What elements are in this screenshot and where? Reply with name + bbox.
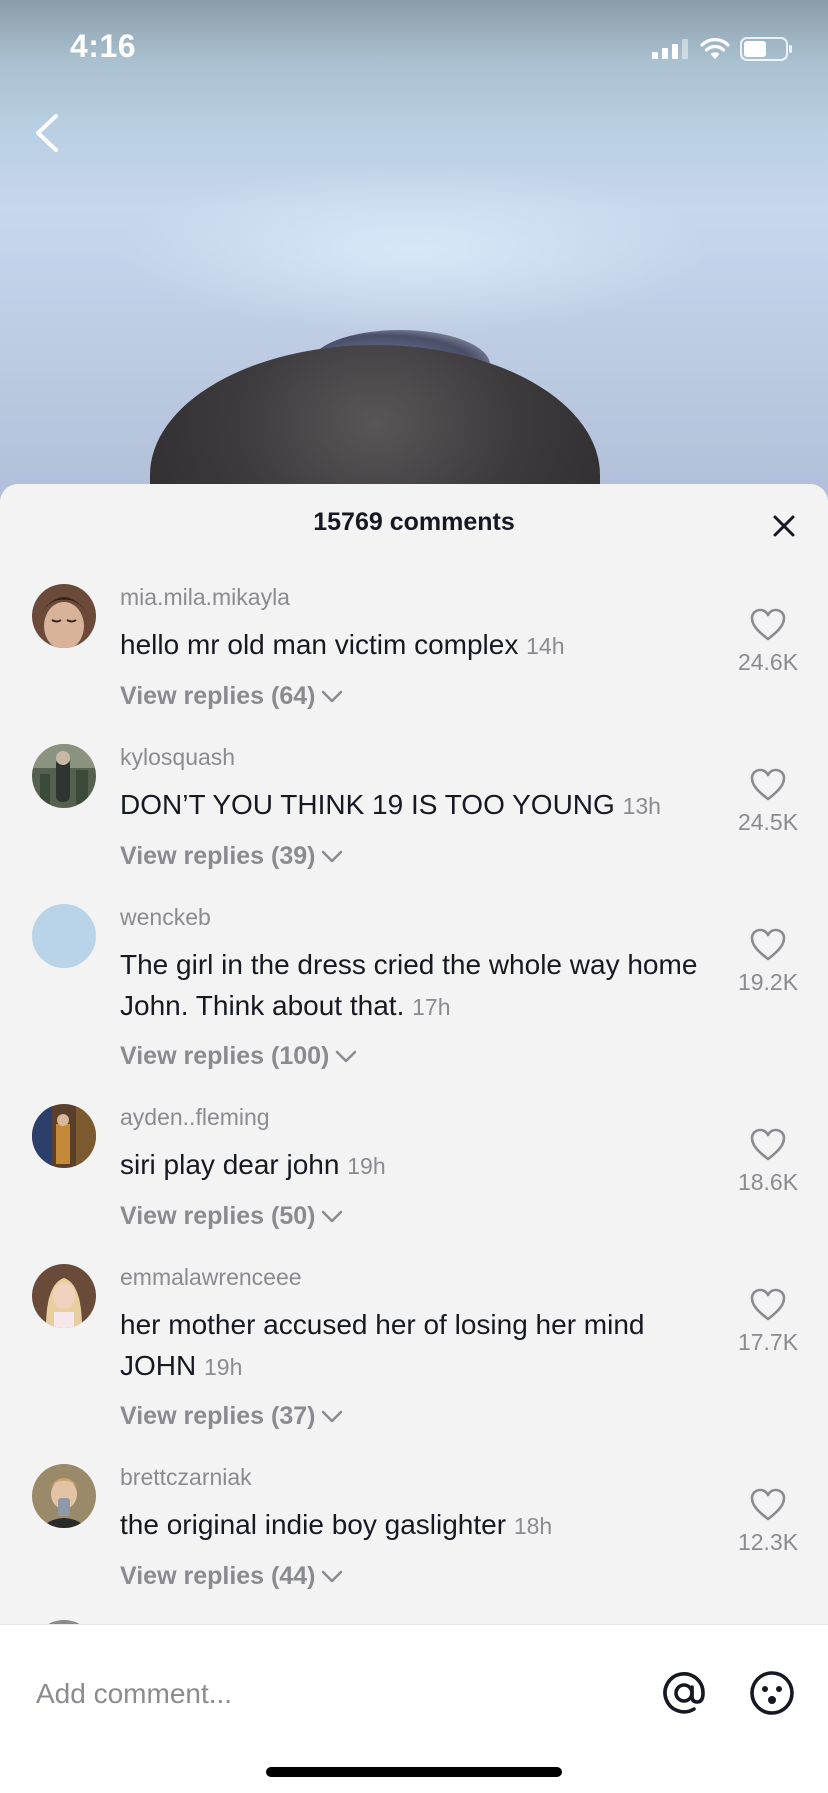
back-icon	[36, 114, 58, 152]
avatar[interactable]	[32, 1264, 96, 1328]
comment-body: The girl in the dress cried the whole wa…	[120, 944, 700, 1028]
comment-item: emmalawrenceee her mother accused her of…	[0, 1264, 828, 1454]
heart-icon	[750, 1128, 786, 1161]
comment-username[interactable]: emmalawrenceee	[120, 1264, 302, 1291]
chevron-down-icon	[322, 690, 343, 702]
avatar[interactable]	[32, 744, 96, 808]
heart-icon	[750, 768, 786, 801]
comment-body: her mother accused her of losing her min…	[120, 1304, 700, 1388]
like-count: 12.3K	[737, 1529, 799, 1555]
comment-item: ayden..fleming siri play dear john 19h V…	[0, 1104, 828, 1254]
comments-count-title: 15769 comments	[313, 508, 515, 536]
comment-text: The girl in the dress cried the whole wa…	[120, 949, 698, 1021]
view-replies-label: View replies (50)	[120, 1202, 316, 1230]
view-replies-button[interactable]: View replies (37)	[120, 1402, 343, 1431]
view-replies-label: View replies (100)	[120, 1042, 330, 1070]
close-button[interactable]	[768, 510, 800, 542]
home-indicator	[266, 1767, 562, 1777]
like-button[interactable]: 24.5K	[708, 768, 828, 836]
comment-username[interactable]: brettczarniak	[120, 1464, 252, 1491]
comment-username[interactable]: mia.mila.mikayla	[120, 584, 290, 611]
like-count: 24.5K	[737, 809, 799, 835]
view-replies-label: View replies (44)	[120, 1562, 316, 1590]
avatar[interactable]	[32, 1104, 96, 1168]
comment-input[interactable]	[34, 1673, 578, 1715]
chevron-down-icon	[322, 850, 343, 862]
like-button[interactable]: 18.6K	[708, 1128, 828, 1196]
comment-text: her mother accused her of losing her min…	[120, 1309, 645, 1381]
like-button[interactable]: 19.2K	[708, 928, 828, 996]
like-button[interactable]: 17.7K	[708, 1288, 828, 1356]
like-button[interactable]: 12.3K	[708, 1488, 828, 1556]
comment-username[interactable]: ayden..fleming	[120, 1104, 270, 1131]
comment-body: the original indie boy gaslighter 18h	[120, 1504, 700, 1547]
mention-icon	[663, 1672, 705, 1714]
comment-item: kylosquash DON’T YOU THINK 19 IS TOO YOU…	[0, 744, 828, 894]
view-replies-label: View replies (39)	[120, 842, 316, 870]
comment-text: hello mr old man victim complex	[120, 629, 519, 660]
view-replies-button[interactable]: View replies (64)	[120, 682, 343, 711]
heart-icon	[750, 1488, 786, 1521]
emoji-button[interactable]	[748, 1669, 796, 1717]
signal-icon	[652, 39, 688, 59]
status-icons	[652, 36, 794, 62]
view-replies-button[interactable]: View replies (100)	[120, 1042, 357, 1071]
like-count: 18.6K	[737, 1169, 799, 1195]
video-background[interactable]	[0, 0, 828, 605]
comment-input-bar	[0, 1624, 828, 1793]
like-button[interactable]: 24.6K	[708, 608, 828, 676]
comments-sheet: 15769 comments mia.mila.mikayla hello mr…	[0, 484, 828, 1624]
comment-time: 19h	[204, 1354, 243, 1380]
comment-time: 18h	[513, 1513, 553, 1539]
heart-icon	[750, 928, 786, 961]
comment-body: DON’T YOU THINK 19 IS TOO YOUNG 13h	[120, 784, 700, 827]
view-replies-button[interactable]: View replies (44)	[120, 1562, 343, 1591]
comment-body: siri play dear john 19h	[120, 1144, 700, 1187]
comment-item: brettczarniak the original indie boy gas…	[0, 1464, 828, 1614]
chevron-down-icon	[322, 1410, 343, 1422]
comment-item: mia.mila.mikayla hello mr old man victim…	[0, 584, 828, 734]
comment-item: wenckeb The girl in the dress cried the …	[0, 904, 828, 1094]
avatar[interactable]	[32, 904, 96, 968]
comment-time: 19h	[347, 1153, 386, 1179]
like-count: 19.2K	[737, 969, 799, 995]
view-replies-label: View replies (37)	[120, 1402, 316, 1430]
comment-text: the original indie boy gaslighter	[120, 1509, 507, 1540]
like-count: 24.6K	[737, 649, 799, 675]
battery-icon	[740, 37, 792, 61]
comment-text: DON’T YOU THINK 19 IS TOO YOUNG	[120, 789, 615, 820]
view-replies-label: View replies (64)	[120, 682, 316, 710]
chevron-down-icon	[322, 1570, 343, 1582]
mention-button[interactable]	[660, 1669, 708, 1717]
wifi-icon	[700, 38, 730, 59]
comment-time: 13h	[622, 793, 661, 819]
view-replies-button[interactable]: View replies (50)	[120, 1202, 343, 1231]
comment-time: 17h	[412, 994, 451, 1020]
comment-time: 14h	[526, 633, 565, 659]
comment-username[interactable]: wenckeb	[120, 904, 211, 931]
comment-username[interactable]: kylosquash	[120, 744, 235, 771]
heart-icon	[750, 608, 786, 641]
close-icon	[773, 515, 795, 537]
heart-icon	[750, 1288, 786, 1321]
avatar[interactable]	[32, 1464, 96, 1528]
back-button[interactable]	[28, 108, 68, 158]
chevron-down-icon	[336, 1050, 357, 1062]
avatar[interactable]	[32, 584, 96, 648]
status-time: 4:16	[70, 28, 137, 64]
chevron-down-icon	[322, 1210, 343, 1222]
view-replies-button[interactable]: View replies (39)	[120, 842, 343, 871]
comment-text: siri play dear john	[120, 1149, 340, 1180]
emoji-icon	[750, 1671, 794, 1715]
like-count: 17.7K	[737, 1329, 799, 1355]
comment-body: hello mr old man victim complex 14h	[120, 624, 700, 667]
